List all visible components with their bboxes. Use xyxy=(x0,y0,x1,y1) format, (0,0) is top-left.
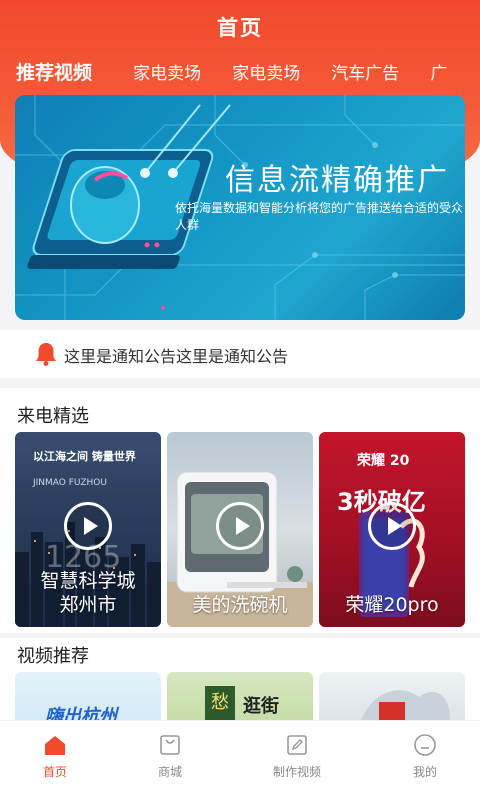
page-title: 首页 xyxy=(217,16,263,40)
nav-mall[interactable]: 商城 xyxy=(110,733,230,780)
video-caption-line: 智慧科学城 xyxy=(40,570,136,592)
shopping-bag-icon xyxy=(160,735,180,755)
user-face-icon xyxy=(414,734,436,756)
recommend-section-title: 视频推荐 xyxy=(17,646,89,667)
play-icon[interactable] xyxy=(64,502,112,550)
featured-video-list: 以江海之间 铸量世界 JINMAO FUZHOU 1265 智慧科学城 郑州市 … xyxy=(15,432,475,627)
thumb-art-text: 逛街 xyxy=(243,696,279,717)
edit-icon xyxy=(287,735,307,755)
nav-make-video[interactable]: 制作视频 xyxy=(237,733,357,780)
video-card[interactable]: 以江海之间 铸量世界 JINMAO FUZHOU 1265 智慧科学城 郑州市 xyxy=(15,432,161,627)
video-card[interactable]: 荣耀 20 3秒破亿 荣耀20pro xyxy=(319,432,465,627)
tab-appliance-store-2[interactable]: 家电卖场 xyxy=(232,59,300,84)
video-card[interactable]: 美的洗碗机 xyxy=(167,432,313,627)
banner-title: 信息流精确推广 xyxy=(225,163,449,198)
nav-profile[interactable]: 我的 xyxy=(365,733,480,780)
video-caption: 荣耀20pro xyxy=(319,593,465,617)
nav-home-label: 首页 xyxy=(42,765,67,779)
app-screen: 首页 推荐视频 家电卖场 家电卖场 汽车广告 广 信息流精确推广 依托海量数据和… xyxy=(0,0,480,800)
video-caption: 美的洗碗机 xyxy=(167,593,313,617)
category-tabs: 推荐视频 家电卖场 家电卖场 汽车广告 广 xyxy=(16,58,480,88)
card-art-text: 以江海之间 铸量世界 xyxy=(33,450,136,463)
promo-banner[interactable]: 信息流精确推广 依托海量数据和智能分析将您的广告推送给合适的受众人群 xyxy=(15,95,465,320)
nav-profile-label: 我的 xyxy=(412,765,437,779)
video-caption-line: 郑州市 xyxy=(59,594,117,616)
tab-car-ads[interactable]: 汽车广告 xyxy=(331,59,399,84)
nav-home[interactable]: 首页 xyxy=(0,733,115,780)
bell-icon xyxy=(36,343,56,366)
nav-make-video-label: 制作视频 xyxy=(272,765,321,779)
video-caption-line: 荣耀20pro xyxy=(345,594,439,616)
featured-section-title: 来电精选 xyxy=(17,406,89,427)
card-art-text: 荣耀 20 xyxy=(357,453,410,469)
banner-subtitle: 依托海量数据和智能分析将您的广告推送给合适的受众人群 xyxy=(175,201,464,232)
play-icon[interactable] xyxy=(368,502,416,550)
card-art-text: JINMAO FUZHOU xyxy=(33,478,107,488)
notice-text: 这里是通知公告这里是通知公告 xyxy=(64,347,289,366)
play-icon[interactable] xyxy=(216,502,264,550)
home-icon xyxy=(45,736,65,755)
bottom-navigation: 首页 商城 制作视频 我的 xyxy=(0,720,480,800)
thumb-art-text: 愁 xyxy=(205,686,235,720)
video-caption: 智慧科学城 郑州市 xyxy=(15,569,161,617)
tab-appliance-store-1[interactable]: 家电卖场 xyxy=(133,59,201,84)
tab-recommended-videos[interactable]: 推荐视频 xyxy=(16,58,92,85)
tab-ad-partial[interactable]: 广 xyxy=(430,59,447,84)
notice-bar[interactable]: 这里是通知公告这里是通知公告 xyxy=(0,330,480,378)
nav-mall-label: 商城 xyxy=(157,765,182,779)
video-caption-line: 美的洗碗机 xyxy=(192,594,288,616)
